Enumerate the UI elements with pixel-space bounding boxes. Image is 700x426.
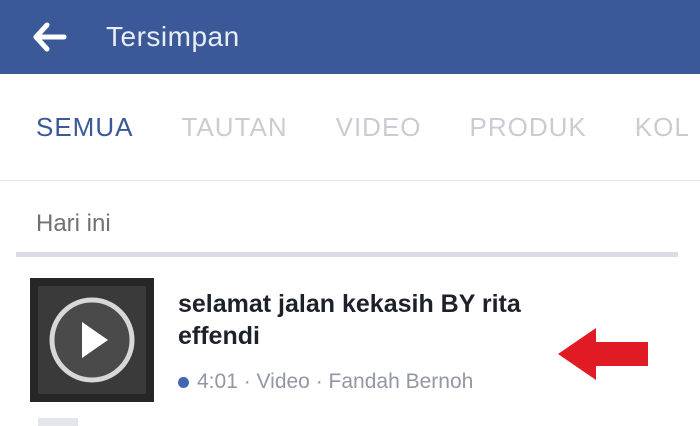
red-arrow-left-icon <box>558 328 648 380</box>
page-title: Tersimpan <box>106 21 240 52</box>
tab-bar: SEMUA TAUTAN VIDEO PRODUK KOL <box>0 74 700 181</box>
item-meta-text: 4:01 · Video · Fandah Bernoh <box>197 370 474 393</box>
play-circle-icon <box>30 278 154 402</box>
next-item-peek <box>38 418 78 426</box>
tab-tautan[interactable]: TAUTAN <box>181 112 287 143</box>
tab-video[interactable]: VIDEO <box>336 112 422 143</box>
video-thumbnail[interactable] <box>30 278 154 402</box>
tab-semua[interactable]: SEMUA <box>36 112 133 143</box>
arrow-left-icon <box>33 22 67 52</box>
status-dot <box>178 376 189 388</box>
back-button[interactable] <box>32 19 68 55</box>
app-bar: Tersimpan <box>0 0 700 74</box>
item-meta: 4:01 · Video · Fandah Bernoh <box>178 370 473 394</box>
section-label: Hari ini <box>36 210 111 237</box>
item-title[interactable]: selamat jalan kekasih BY rita effendi <box>178 288 528 352</box>
tab-produk[interactable]: PRODUK <box>470 112 587 143</box>
tab-koleksi[interactable]: KOL <box>635 112 690 143</box>
section-divider <box>16 252 678 257</box>
